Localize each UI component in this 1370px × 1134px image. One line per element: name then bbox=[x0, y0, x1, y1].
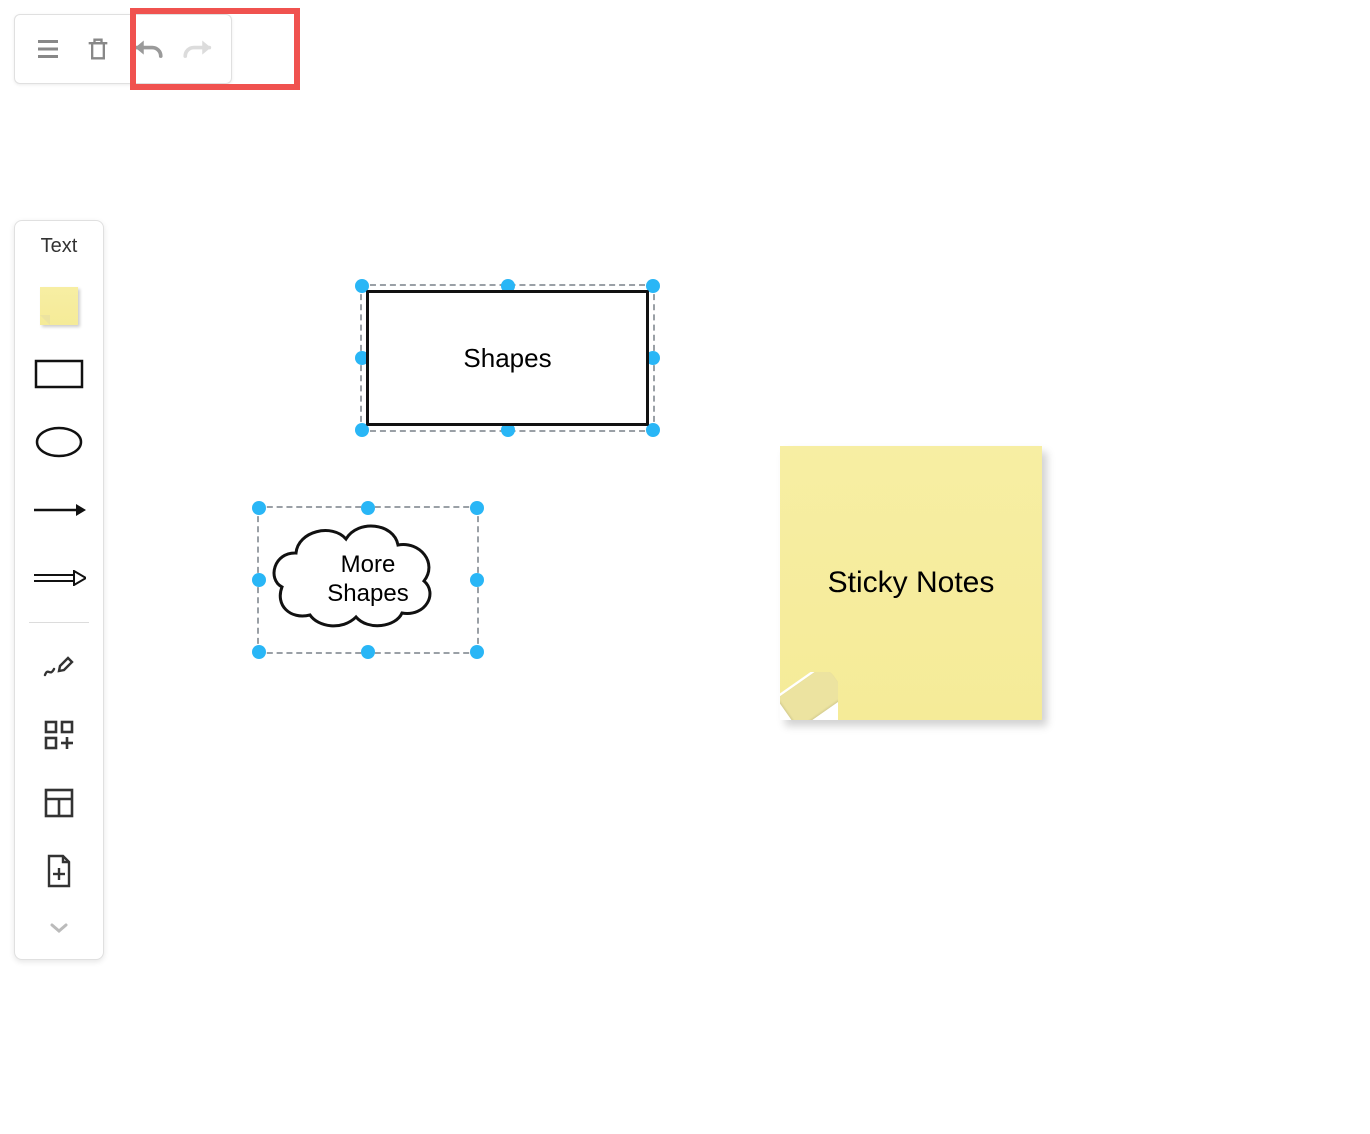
selection-handle[interactable] bbox=[252, 645, 266, 659]
selection-handle[interactable] bbox=[470, 573, 484, 587]
sticky-note-label: Sticky Notes bbox=[828, 566, 995, 600]
selection-handle[interactable] bbox=[252, 573, 266, 587]
rectangle-shape[interactable]: Shapes bbox=[366, 290, 649, 426]
sticky-note-fold bbox=[780, 672, 838, 720]
selection-handle[interactable] bbox=[252, 501, 266, 515]
cloud-label-line2: Shapes bbox=[327, 580, 408, 609]
selection-handle[interactable] bbox=[470, 645, 484, 659]
selection-handle[interactable] bbox=[361, 645, 375, 659]
rectangle-label: Shapes bbox=[463, 343, 551, 374]
cloud-label-line1: More bbox=[327, 551, 408, 580]
sticky-note-shape[interactable]: Sticky Notes bbox=[780, 446, 1042, 720]
selection-handle[interactable] bbox=[470, 501, 484, 515]
canvas[interactable]: Shapes More Shapes Sticky Notes bbox=[0, 0, 1370, 1134]
cloud-shape[interactable]: More Shapes bbox=[270, 520, 466, 640]
selection-handle[interactable] bbox=[361, 501, 375, 515]
